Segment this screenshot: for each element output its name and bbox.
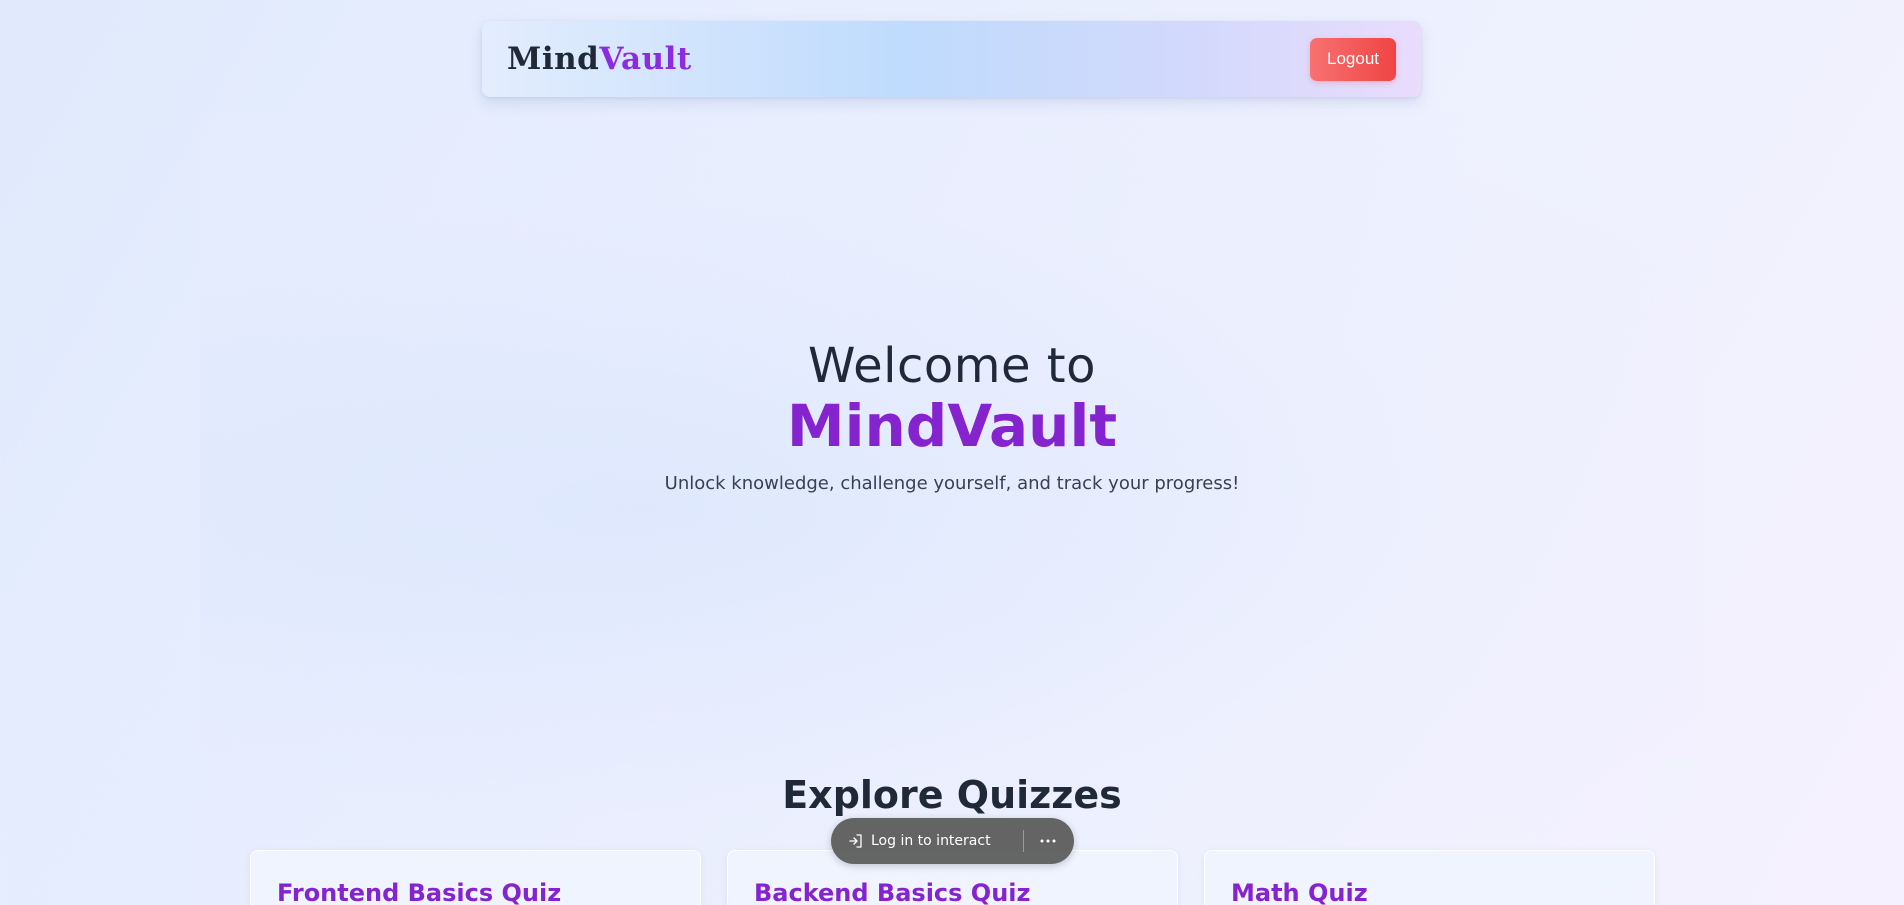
navbar: MindVault Logout <box>482 21 1421 97</box>
quiz-card-title: Math Quiz <box>1231 879 1368 905</box>
quiz-card-title: Frontend Basics Quiz <box>277 879 562 905</box>
logo-part-mind: Mind <box>507 41 600 77</box>
quiz-card-math[interactable]: Math Quiz <box>1204 850 1655 905</box>
more-horizontal-icon[interactable] <box>1036 829 1060 853</box>
toolbar-divider <box>1023 830 1024 852</box>
explore-quizzes-title: Explore Quizzes <box>782 773 1122 817</box>
hero-section: Welcome to MindVault Unlock knowledge, c… <box>0 335 1904 494</box>
floating-login-toolbar: Log in to interact <box>831 818 1074 864</box>
log-in-to-interact-button[interactable]: Log in to interact <box>847 832 1015 850</box>
hero-welcome-text: Welcome to <box>807 338 1096 394</box>
quiz-card-title: Backend Basics Quiz <box>754 879 1031 905</box>
logo[interactable]: MindVault <box>507 41 692 77</box>
login-arrow-icon <box>847 832 865 850</box>
hero-subtitle: Unlock knowledge, challenge yourself, an… <box>664 473 1240 494</box>
login-label: Log in to interact <box>871 833 991 849</box>
quiz-card-frontend[interactable]: Frontend Basics Quiz <box>250 850 701 905</box>
logout-button[interactable]: Logout <box>1310 37 1396 81</box>
hero-brand-title: MindVault <box>786 392 1118 460</box>
logo-part-vault: Vault <box>599 41 692 77</box>
